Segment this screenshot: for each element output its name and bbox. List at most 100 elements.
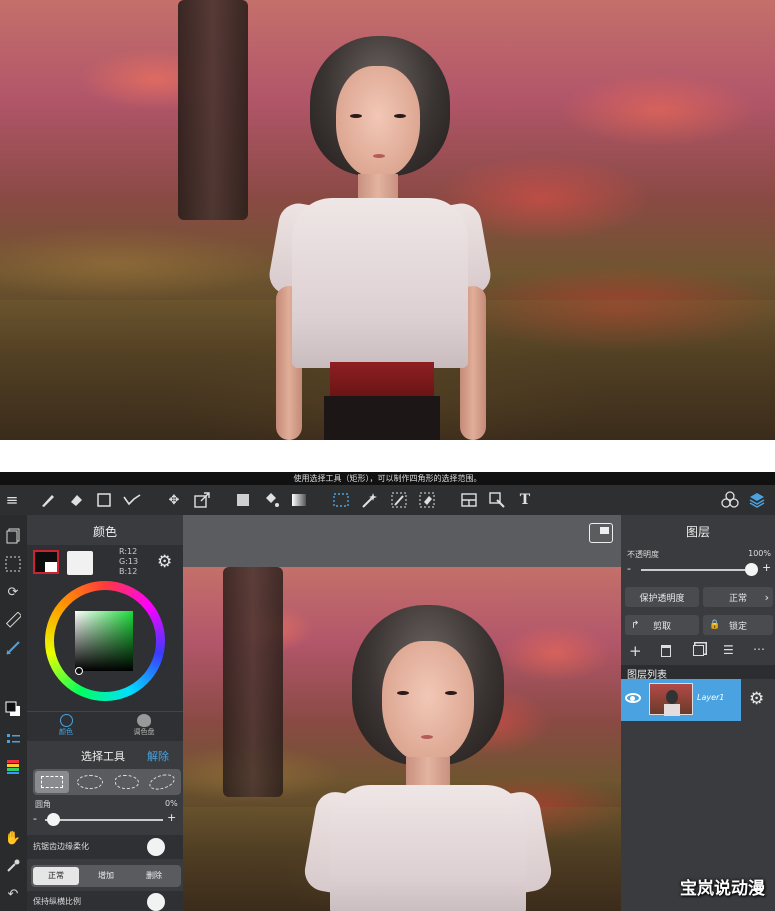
opacity-label: 不透明度 [627,550,659,559]
reference-photo [0,0,775,440]
magic-wand-icon[interactable] [359,490,379,510]
layer-list-header: 图层列表 [621,665,775,681]
opacity-slider[interactable]: - + [625,561,773,579]
gradient-icon[interactable] [289,490,309,510]
keep-ratio-row: 保持纵横比例 [27,891,183,911]
tool-hint-bar: 使用选择工具（矩形），可以制作四角形的选择范围。 [0,472,775,485]
lock-icon: 🔒 [709,620,721,630]
mode-add[interactable]: 增加 [83,867,129,885]
materials-icon[interactable] [720,490,740,510]
corner-value: 0% [165,799,178,808]
hand-icon[interactable]: ✋ [2,827,24,849]
fill-color-icon[interactable] [233,490,253,510]
transform-icon[interactable] [192,490,212,510]
shape-ellipse-option[interactable] [77,775,103,789]
frame-divide-icon[interactable] [459,490,479,510]
watermark-text: 宝岚说动漫 [680,879,765,899]
mode-remove[interactable]: 删除 [131,867,177,885]
corner-plus-icon[interactable]: + [167,811,176,824]
bucket-icon[interactable] [261,490,281,510]
layer-row[interactable]: Layer1 [621,679,741,721]
menu-icon[interactable]: ≡ [2,490,22,510]
keep-ratio-label: 保持纵横比例 [33,897,81,906]
color-tab-bar: 颜色 调色盘 [27,711,183,741]
layers-panel-title: 图层 [685,525,710,539]
opacity-plus-icon[interactable]: + [762,561,771,574]
select-mode-picker: 正常 增加 删除 [31,865,181,887]
antialias-toggle[interactable] [147,838,165,856]
eraser-icon[interactable] [66,490,86,510]
more-options-icon[interactable]: ⋯ [753,642,765,656]
select-clear-button[interactable]: 解除 [147,748,169,764]
eyedropper-icon[interactable] [2,855,24,877]
secondary-color-swatch[interactable] [67,551,93,575]
layer-properties-icon[interactable] [2,728,24,750]
select-tool-title: 选择工具 [81,750,125,763]
blend-mode-value: 正常 [728,593,747,604]
shape-rect-icon[interactable] [94,490,114,510]
move-icon[interactable]: ✥ [164,490,184,510]
line-tool-icon[interactable] [122,490,142,510]
corner-label: 圆角 [35,800,51,809]
layer-actions-bar: + ☰ ⋯ [621,641,775,663]
duplicate-layer-icon[interactable] [693,645,704,656]
left-tool-rail: ⟳ ✋ ↶ [0,515,27,911]
rgb-b-value: B:12 [119,567,138,576]
color-settings-gear-icon[interactable]: ⚙ [157,552,172,572]
selection-shape-picker [33,769,181,795]
primary-color-inner [45,562,57,572]
color-tab[interactable]: 颜色 [45,712,87,742]
layers-toggle-icon[interactable] [747,490,767,510]
text-tool-icon[interactable]: T [515,490,535,510]
palette-tab[interactable]: 调色盘 [123,712,165,742]
select-layer-icon[interactable] [487,490,507,510]
opacity-slider-knob[interactable] [745,563,758,576]
layer-list-menu-icon[interactable]: ☰ [723,643,734,657]
saturation-square[interactable] [75,611,133,671]
add-layer-icon[interactable]: + [629,642,642,660]
selection-toggle-icon[interactable] [2,553,24,575]
shape-polygon-option[interactable] [115,775,139,789]
corner-slider-track [45,819,163,821]
clip-button[interactable]: ↱ 剪取 [625,615,699,635]
corner-minus-icon[interactable]: - [33,812,37,825]
lock-label: 锁定 [728,621,747,632]
undo-icon[interactable]: ↶ [2,883,24,905]
corner-slider-knob[interactable] [47,813,60,826]
color-swap-icon[interactable] [2,698,24,720]
keep-ratio-toggle[interactable] [147,893,165,911]
delete-layer-icon[interactable] [661,645,671,657]
chevron-right-icon: › [764,590,769,604]
pages-icon[interactable] [2,525,24,547]
palette-icon [137,714,151,727]
color-panel-header: R:12 G:13 B:12 ⚙ [27,545,183,579]
layer-settings-gear-icon[interactable]: ⚙ [749,689,764,709]
canvas-artwork[interactable] [183,567,621,911]
palette-stack-icon[interactable] [2,756,24,778]
rect-select-icon[interactable] [331,490,351,510]
opacity-minus-icon[interactable]: - [627,562,631,575]
mode-normal[interactable]: 正常 [33,867,79,885]
protect-alpha-button[interactable]: 保护透明度 [625,587,699,607]
select-eraser-icon[interactable] [417,490,437,510]
color-cursor[interactable] [75,667,83,675]
lock-button[interactable]: 🔒 锁定 [703,615,773,635]
ruler-icon[interactable] [2,609,24,631]
layer-visibility-eye-icon[interactable] [625,693,641,703]
canvas-area[interactable] [183,515,621,911]
color-panel-title: 颜色 [92,525,117,539]
antialias-label: 抗锯齿边缘柔化 [33,842,89,851]
blend-mode-select[interactable]: 正常 › [703,587,773,607]
shape-lasso-option[interactable] [147,772,177,792]
shape-rect-option[interactable] [35,771,69,793]
rgb-r-value: R:12 [119,547,138,556]
rotate-icon[interactable]: ⟳ [2,581,24,603]
corner-slider[interactable]: - + [31,811,181,829]
brush-icon[interactable] [38,490,58,510]
layers-panel: 图层 不透明度 100% - + 保护透明度 正常 › ↱ 剪取 🔒 锁定 + … [621,515,775,911]
snap-icon[interactable] [2,637,24,659]
screenshot-root: 使用选择工具（矩形），可以制作四角形的选择范围。 ≡ ✥ T ⟳ ✋ ↶ 颜色 … [0,0,775,911]
color-picker-area [27,579,183,711]
select-pen-icon[interactable] [389,490,409,510]
canvas-navigator-button[interactable] [589,523,613,543]
